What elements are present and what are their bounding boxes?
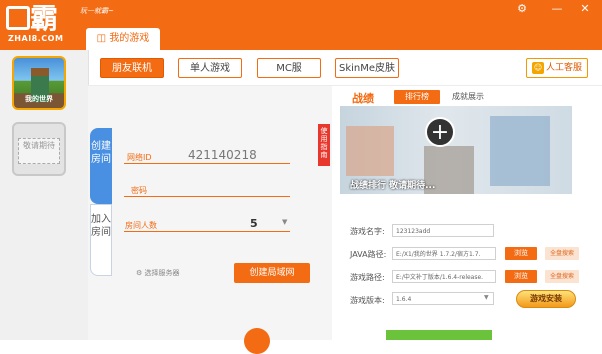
java-search-button[interactable]: 全盘搜索 [545, 247, 579, 260]
sidebar-item-label: 我的世界 [25, 95, 53, 103]
help-guide-tag[interactable]: 使用指南 [318, 124, 330, 166]
bookmark-icon: ◫ [96, 33, 110, 44]
banner-character-image [490, 116, 550, 186]
install-game-button[interactable]: 游戏安装 [516, 290, 576, 308]
java-path-input[interactable]: E:/X1/我的世界 1.7.2/宿方1.7. [392, 247, 496, 260]
game-path-search-button[interactable]: 全盘搜索 [545, 270, 579, 283]
logo-text: 霸 [30, 2, 58, 35]
chevron-down-icon[interactable]: ▼ [282, 218, 287, 226]
room-panel [88, 86, 332, 340]
password-label: 密码 [131, 186, 147, 195]
brand-site: ZHAI8.COM [8, 34, 64, 43]
customer-service-label: 人工客服 [545, 63, 582, 73]
tab-my-games[interactable]: ◫ 我的游戏 [86, 28, 160, 50]
tab-my-games-label: 我的游戏 [109, 33, 150, 44]
mode-button-friends-online[interactable]: 朋友联机 [100, 58, 164, 78]
minimize-icon[interactable]: — [550, 2, 564, 15]
chevron-down-icon[interactable]: ▼ [484, 294, 489, 301]
gear-icon: ⚙ [136, 269, 145, 277]
java-browse-button[interactable]: 浏览 [505, 247, 537, 260]
netid-label: 网络ID [127, 153, 152, 162]
records-title: 战绩 [352, 92, 374, 105]
game-name-input[interactable]: 123123add [392, 224, 494, 237]
game-name-label: 游戏名字: [350, 227, 385, 236]
settings-icon[interactable]: ⚙ [515, 2, 529, 15]
select-server-label: 选择服务器 [144, 269, 180, 277]
brand-logo: 霸 [6, 3, 68, 35]
sidebar-item-minecraft[interactable]: 我的世界 [12, 56, 66, 110]
game-path-label: 游戏路径: [350, 273, 385, 282]
brand-slogan: 玩一就霸~ [80, 7, 114, 15]
sidebar-item-coming-soon[interactable]: 敬请期待 [12, 122, 66, 176]
password-field[interactable] [124, 196, 290, 197]
room-count-underline [124, 231, 290, 232]
plus-icon[interactable]: + [425, 117, 455, 147]
game-path-browse-button[interactable]: 浏览 [505, 270, 537, 283]
close-icon[interactable]: ✕ [578, 2, 592, 15]
tab-leaderboard[interactable]: 排行榜 [394, 90, 440, 104]
start-game-button[interactable] [386, 330, 492, 340]
customer-service-button[interactable]: ☺ 人工客服 [526, 58, 588, 78]
java-path-label: JAVA路径: [350, 250, 387, 259]
mode-button-single-player[interactable]: 单人游戏 [178, 58, 242, 78]
version-label: 游戏版本: [350, 296, 385, 305]
sidebar-item-label: 敬请期待 [18, 138, 60, 164]
chat-icon: ☺ [531, 61, 544, 74]
room-count-value[interactable]: 5 [250, 217, 258, 230]
tab-create-room[interactable]: 创建房间 [90, 128, 112, 204]
select-server-link[interactable]: ⚙ 选择服务器 [136, 268, 180, 278]
mode-button-skinme[interactable]: SkinMe皮肤 [335, 58, 399, 78]
version-select[interactable]: 1.6.4 [392, 292, 494, 305]
game-path-input[interactable]: E:/中文补丁版本/1.6.4-release. [392, 270, 496, 283]
tab-achievements[interactable]: 成就展示 [452, 90, 484, 104]
create-lan-button[interactable]: 创建局域网 [234, 263, 310, 283]
room-count-label: 房间人数 [125, 221, 157, 230]
circle-button[interactable] [244, 328, 270, 354]
netid-value[interactable]: 421140218 [188, 148, 257, 162]
banner-character-image [346, 126, 394, 176]
logo-box-icon [6, 6, 30, 30]
tab-join-room[interactable]: 加入房间 [90, 204, 112, 276]
mode-button-mc-server[interactable]: MC服 [257, 58, 321, 78]
banner-caption: 战绩排行 敬请期待... [350, 181, 436, 191]
netid-underline [124, 163, 290, 164]
